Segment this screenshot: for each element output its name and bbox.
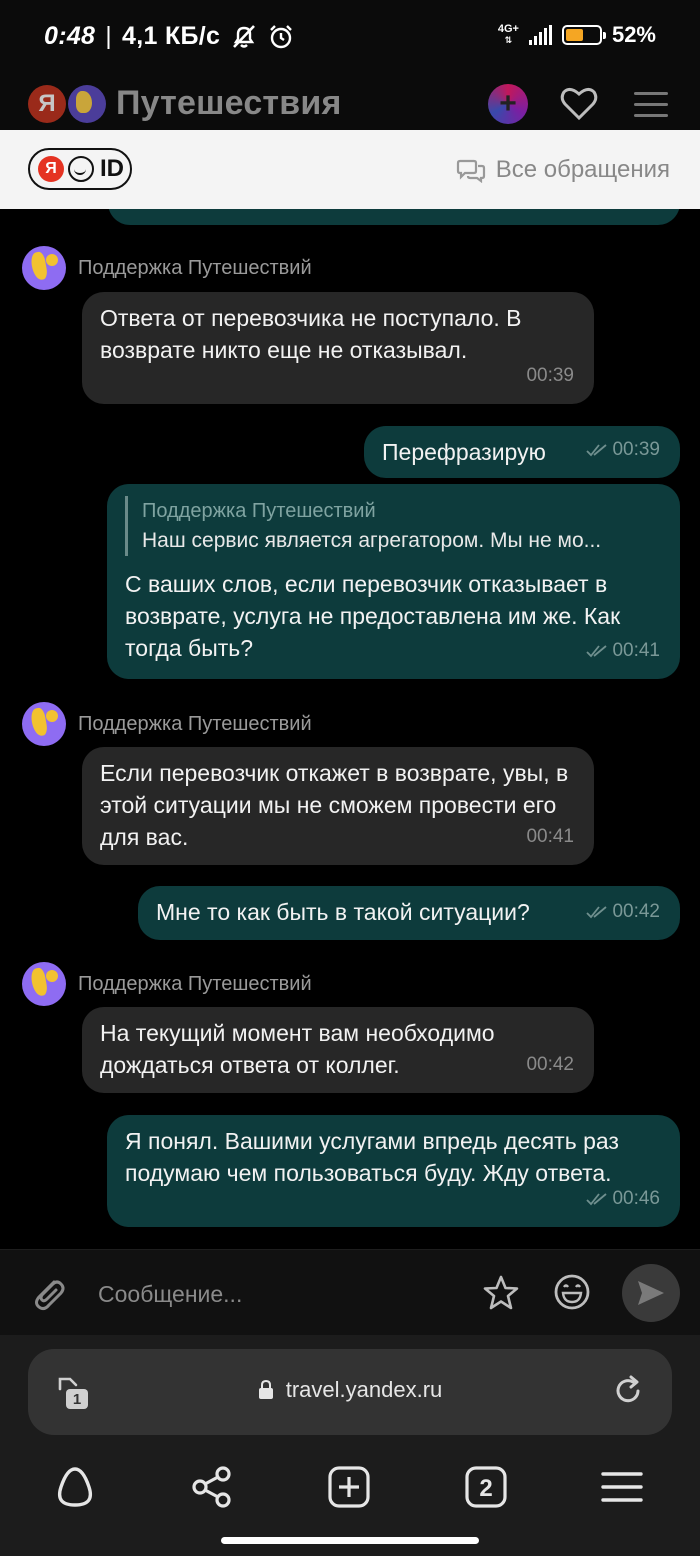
status-separator: | [105,22,113,50]
message-time: 00:41 [526,826,574,847]
message-sender: Поддержка Путешествий [22,246,312,290]
status-right: 4G+ ⇅ 52% [498,22,656,48]
message-text: На текущий момент вам необходимо дождать… [100,1020,495,1078]
message-text: Если перевозчик откажет в возврате, увы,… [100,760,569,850]
menu-icon[interactable] [634,92,668,125]
incoming-message[interactable]: Ответа от перевозчика не поступало. В во… [82,292,594,404]
reload-icon[interactable] [610,1373,646,1409]
home-indicator[interactable] [221,1537,479,1544]
sender-name: Поддержка Путешествий [78,712,312,735]
share-icon[interactable] [190,1465,234,1509]
battery-icon [561,25,606,45]
app-header: Я Путешествия + [0,66,700,130]
battery-percent: 52% [611,22,656,47]
message-sender: Поддержка Путешествий [22,962,312,1006]
url-text: travel.yandex.ru [285,1377,443,1402]
message-text: Ответа от перевозчика не поступало. В во… [100,305,522,363]
all-requests-link[interactable]: Все обращения [456,156,670,184]
url-display[interactable]: travel.yandex.ru [28,1377,672,1403]
signal-icon [528,25,552,45]
outgoing-message-with-quote[interactable]: Поддержка Путешествий Наш сервис являетс… [107,484,680,679]
outgoing-message[interactable]: Я понял. Вашими услугами впредь десять р… [107,1115,680,1227]
incoming-message[interactable]: На текущий момент вам необходимо дождать… [82,1007,594,1093]
outgoing-message[interactable]: Перефразирую 00:39 [364,426,680,478]
network-type: 4G+ ⇅ [497,23,519,46]
quoted-text: Наш сервис является агрегатором. Мы не м… [142,529,602,552]
globe-icon [68,84,106,123]
support-avatar [22,702,66,746]
message-text: Я понял. Вашими услугами впредь десять р… [125,1128,619,1186]
browser-nav-row: 2 [0,1457,700,1517]
alarm-icon [270,24,293,48]
tabs-icon[interactable]: 2 [464,1465,508,1509]
double-check-icon [586,444,608,457]
chat-area[interactable]: Поддержка Путешествий Ответа от перевозч… [0,209,700,1249]
address-bar[interactable]: 1 travel.yandex.ru [28,1349,672,1435]
message-sender: Поддержка Путешествий [22,702,312,746]
clock: 0:48 [44,22,96,50]
message-time: 00:39 [526,365,574,386]
app-logo[interactable]: Я Путешествия [28,84,342,123]
browser-toolbar: 1 travel.yandex.ru 2 [0,1335,700,1556]
double-check-icon [586,645,608,658]
network-speed: 4,1 КБ/с [122,22,221,50]
bell-off-icon [233,24,256,48]
previous-message-bubble [108,209,680,225]
message-time: 00:42 [526,1054,574,1075]
yandex-logo-icon: Я [28,84,66,123]
emoji-icon[interactable] [552,1272,592,1312]
send-button[interactable] [622,1264,680,1322]
status-bar: 0:48 | 4,1 КБ/с 4G+ ⇅ 52% [0,0,700,66]
incoming-message[interactable]: Если перевозчик откажет в возврате, увы,… [82,747,594,865]
sender-name: Поддержка Путешествий [78,256,312,279]
yandex-id-button[interactable]: Я ID [28,148,132,190]
support-avatar [22,246,66,290]
all-requests-label: Все обращения [495,156,670,183]
lock-icon [258,1380,273,1399]
support-header: Я ID Все обращения [0,130,700,209]
paperclip-icon[interactable] [30,1274,68,1314]
message-status: 00:46 [586,1183,660,1215]
outgoing-message[interactable]: Мне то как быть в такой ситуации? 00:42 [138,886,680,940]
heart-icon[interactable] [560,86,598,122]
yandex-id-logo-icon: Я [38,156,64,182]
new-tab-icon[interactable] [327,1465,371,1509]
message-status: 00:42 [586,896,660,928]
star-icon[interactable] [482,1274,520,1312]
message-status: 00:39 [586,434,660,466]
double-check-icon [586,1193,608,1206]
chat-bubbles-icon [456,159,485,183]
app-title: Путешествия [116,84,342,122]
smile-icon [68,156,94,182]
yandex-plus-icon[interactable]: + [488,84,528,124]
message-status: 00:41 [586,635,660,667]
support-avatar [22,962,66,1006]
message-text: С ваших слов, если перевозчик отказывает… [125,571,621,661]
message-composer [0,1249,700,1335]
message-input[interactable] [98,1276,458,1312]
status-left: 0:48 | 4,1 КБ/с [44,22,294,51]
sender-name: Поддержка Путешествий [78,972,312,995]
alice-home-icon[interactable] [52,1465,98,1509]
double-check-icon [586,906,608,919]
svg-text:2: 2 [479,1475,492,1502]
send-icon [638,1281,664,1305]
quoted-message[interactable]: Поддержка Путешествий Наш сервис являетс… [125,496,662,556]
quoted-sender: Поддержка Путешествий [142,500,376,522]
yandex-id-label: ID [100,155,124,182]
browser-menu-icon[interactable] [600,1465,644,1509]
